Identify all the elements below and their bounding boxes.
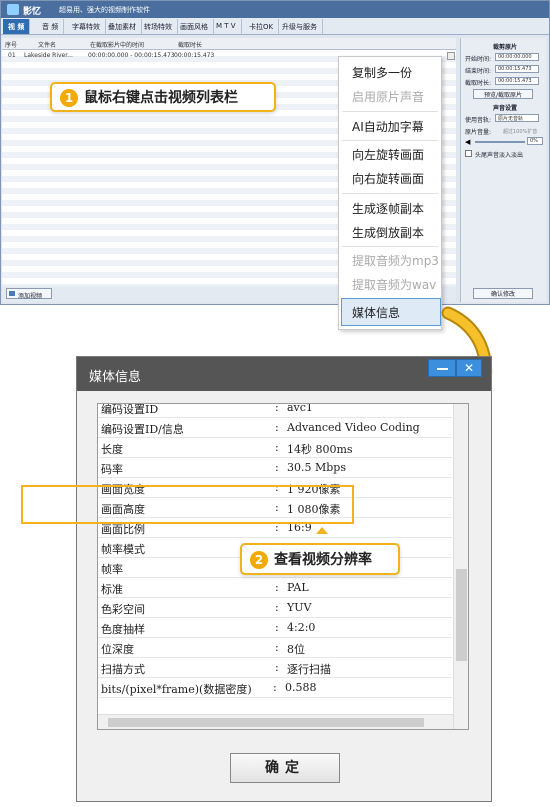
list-item: 位深度:8位 (98, 638, 452, 658)
fade-checkbox[interactable] (465, 150, 472, 157)
confirm-button[interactable]: 确认修改 (473, 288, 533, 299)
list-header: 序号 文件名 在截取影片中的时间 截取时长 (2, 38, 456, 50)
minimize-icon (437, 368, 448, 370)
dialog-title-bar: 媒体信息 ✕ (77, 357, 491, 391)
vertical-scrollbar[interactable] (453, 404, 468, 729)
dialog-title: 媒体信息 (89, 370, 142, 385)
app-logo-icon (7, 4, 19, 15)
step2-text: 查看视频分辨率 (274, 552, 372, 568)
tab-mtv[interactable]: M T V (211, 19, 242, 34)
list-item: 标准: PAL (98, 578, 452, 598)
callout-pointer (316, 527, 328, 534)
resolution-highlight (21, 485, 354, 524)
menu-item-reverse-copy[interactable]: 生成倒放副本 (352, 224, 424, 241)
start-time-label: 开始时间: (465, 56, 492, 63)
list-item: 扫描方式: 逐行扫描 (98, 658, 452, 678)
list-item: 色度抽样:4:2:0 (98, 618, 452, 638)
menu-item-enable-audio[interactable]: 启用原片声音 (352, 88, 424, 105)
sound-section-title: 声音设置 (493, 105, 518, 112)
step1-number: 1 (60, 89, 78, 107)
tab-styles[interactable]: 画面风格 (175, 19, 214, 34)
hscroll-thumb[interactable] (108, 718, 424, 727)
close-button[interactable]: ✕ (456, 359, 482, 377)
menu-item-extract-mp3[interactable]: 提取音频为mp3 (352, 252, 439, 269)
header-duration: 截取时长 (178, 42, 203, 49)
menu-item-media-info[interactable]: 媒体信息 (352, 304, 400, 321)
preview-trim-button[interactable]: 预览/截取原片 (473, 89, 533, 99)
step2-number: 2 (250, 551, 268, 569)
volume-label: 原片音量: (465, 129, 492, 136)
step1-callout: 1 鼠标右键点击视频列表栏 (50, 82, 276, 112)
tab-karaoke[interactable]: 卡拉OK (244, 19, 280, 34)
audio-track-label: 使用音轨: (465, 117, 492, 124)
list-item: 长度:14秒 800ms (98, 438, 452, 458)
header-index: 序号 (5, 42, 18, 49)
header-filename: 文件名 (38, 42, 57, 49)
scroll-thumb[interactable] (456, 569, 467, 661)
title-bar: 影忆 超易用、强大的视频制作软件 (1, 1, 549, 18)
menu-bar: 视 频 音 频 字幕特效 叠加素材 转场特效 画面风格 M T V 卡拉OK 升… (1, 18, 549, 35)
menu-item-rotate-right[interactable]: 向右旋转画面 (352, 170, 424, 187)
speaker-icon: ◀ (465, 138, 471, 146)
horizontal-scrollbar[interactable] (98, 714, 453, 729)
header-time: 在截取影片中的时间 (90, 42, 145, 49)
step2-callout: 2 查看视频分辨率 (240, 543, 400, 575)
fade-label: 头尾声音淡入淡出 (475, 152, 524, 159)
tab-subtitle-effects[interactable]: 字幕特效 (67, 19, 106, 34)
row-filename: Lakeside River... (24, 52, 73, 59)
row-index: 01 (8, 52, 16, 59)
step1-text: 鼠标右键点击视频列表栏 (84, 90, 238, 106)
audio-track-select[interactable]: 原片无音轨 (495, 114, 539, 122)
menu-item-duplicate[interactable]: 复制多一份 (352, 64, 412, 81)
media-info-dialog: 媒体信息 ✕ 编码设置ID: avc1 编码设置ID/信息: Advanced Vi… (76, 356, 492, 802)
volume-value[interactable]: 0% (527, 137, 543, 145)
list-item: 编码设置ID/信息: Advanced Video Coding (98, 418, 452, 438)
row-duration: 00:00:15.473 (174, 52, 215, 59)
duration-input[interactable]: 00:00:15.473 (495, 77, 539, 85)
menu-item-ai-subtitle[interactable]: AI自动加字幕 (352, 118, 424, 135)
list-item: 色彩空间: YUV (98, 598, 452, 618)
list-item: 码率:30.5 Mbps (98, 458, 452, 478)
volume-slider[interactable] (475, 141, 525, 143)
tab-transitions[interactable]: 转场特效 (139, 19, 178, 34)
duration-label: 截取时长: (465, 80, 492, 87)
menu-item-rotate-left[interactable]: 向左旋转画面 (352, 146, 424, 163)
end-time-label: 结束时间: (465, 68, 492, 75)
row-scroll-icon[interactable] (447, 52, 455, 60)
volume-hint: 超过100%扩音 (503, 129, 538, 135)
menu-item-frame-copy[interactable]: 生成逐帧副本 (352, 200, 424, 217)
app-name: 影忆 (23, 7, 42, 17)
end-time-input[interactable]: 00:00:15.473 (495, 65, 539, 73)
tab-audio[interactable]: 音 频 (37, 19, 65, 34)
app-subtitle: 超易用、强大的视频制作软件 (59, 6, 150, 14)
right-panel: 裁剪原片 开始时间: 00:00:00.000 结束时间: 00:00:15.4… (460, 38, 546, 302)
add-video-icon (9, 291, 15, 296)
menu-item-extract-wav[interactable]: 提取音频为wav (352, 276, 436, 293)
trim-section-title: 裁剪原片 (493, 44, 518, 51)
list-item: 编码设置ID: avc1 (98, 404, 452, 418)
start-time-input[interactable]: 00:00:00.000 (495, 53, 539, 61)
ok-button[interactable]: 确定 (230, 753, 340, 783)
tab-video[interactable]: 视 频 (3, 19, 31, 34)
tab-upgrade[interactable]: 升级与服务 (277, 19, 323, 34)
minimize-button[interactable] (428, 359, 456, 377)
row-time: 00:00:00.000 - 00:00:15.473 (88, 52, 175, 59)
list-item: bits/(pixel*frame)(数据密度):0.588 (98, 678, 452, 698)
tab-overlay[interactable]: 叠加素材 (103, 19, 142, 34)
